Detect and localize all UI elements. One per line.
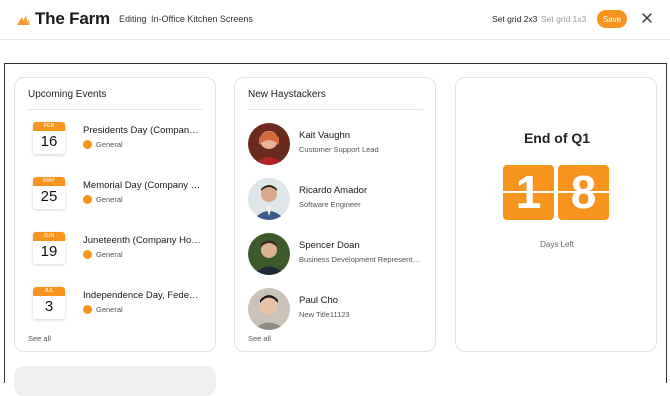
countdown-card[interactable]: End of Q1 1 8 Days Left: [455, 77, 657, 352]
event-name: Juneteenth (Company Holiday): [83, 235, 201, 246]
event-category: General: [83, 250, 123, 259]
person-name: Spencer Doan: [299, 240, 360, 251]
upcoming-events-card[interactable]: Upcoming Events FEB 16 Presidents Day (C…: [14, 77, 216, 352]
event-item[interactable]: JUL 3 Independence Day, Federal Holiday …: [29, 287, 209, 323]
person-role: Customer Support Lead: [299, 145, 379, 154]
event-category-label: General: [96, 250, 123, 259]
farm-logo-icon: [17, 15, 30, 25]
divider: [248, 109, 423, 110]
event-category: General: [83, 195, 123, 204]
event-category: General: [83, 140, 123, 149]
event-category-label: General: [96, 305, 123, 314]
logo[interactable]: The Farm: [16, 9, 110, 29]
person-name: Kait Vaughn: [299, 130, 351, 141]
person-item[interactable]: Kait Vaughn Customer Support Lead: [248, 123, 428, 165]
person-item[interactable]: Paul Cho New Title11123: [248, 288, 428, 330]
avatar: [248, 233, 290, 275]
event-month: FEB: [33, 122, 65, 131]
avatar: [248, 123, 290, 165]
countdown-title: End of Q1: [523, 130, 591, 146]
event-item[interactable]: FEB 16 Presidents Day (Company Holiday) …: [29, 122, 209, 158]
event-name: Memorial Day (Company Holiday): [83, 180, 201, 191]
set-grid-2x3-button[interactable]: Set grid 2x3: [492, 14, 537, 24]
person-item[interactable]: Spencer Doan Business Development Repres…: [248, 233, 428, 275]
countdown-digit: 1: [503, 165, 554, 220]
new-haystackers-card[interactable]: New Haystackers Kait Vaughn Customer Sup…: [234, 77, 436, 352]
event-month: MAY: [33, 177, 65, 186]
set-grid-1x3-button[interactable]: Set grid 1x3: [541, 14, 586, 24]
digit-split-line: [558, 191, 609, 193]
logo-text: The Farm: [35, 9, 110, 28]
next-row-card-placeholder: [14, 366, 216, 396]
event-month: JUL: [33, 287, 65, 296]
person-name: Ricardo Amador: [299, 185, 368, 196]
avatar: [248, 288, 290, 330]
event-day: 25: [40, 188, 58, 205]
event-day: 19: [40, 243, 58, 260]
category-icon: [83, 140, 92, 149]
avatar: [248, 178, 290, 220]
person-name: Paul Cho: [299, 295, 339, 306]
event-name: Presidents Day (Company Holiday): [83, 125, 201, 136]
screen-title: In-Office Kitchen Screens: [151, 14, 253, 24]
category-icon: [83, 195, 92, 204]
event-category-label: General: [96, 140, 123, 149]
calendar-date-icon: JUL 3: [33, 287, 65, 319]
event-item[interactable]: MAY 25 Memorial Day (Company Holiday) Ge…: [29, 177, 209, 213]
person-role: Software Engineer: [299, 200, 361, 209]
digit-split-line: [503, 191, 554, 193]
divider: [28, 109, 203, 110]
event-item[interactable]: JUN 19 Juneteenth (Company Holiday) Gene…: [29, 232, 209, 268]
event-day: 3: [44, 298, 54, 315]
countdown-digit: 8: [558, 165, 609, 220]
calendar-date-icon: JUN 19: [33, 232, 65, 264]
event-name: Independence Day, Federal Holiday: [83, 290, 201, 301]
see-all-haystackers-link[interactable]: See all: [248, 334, 271, 343]
editing-label: Editing: [119, 14, 147, 24]
card-title: New Haystackers: [248, 89, 326, 100]
person-role: Business Development Representative: [299, 255, 421, 264]
countdown-subtitle: Days Left: [540, 240, 574, 249]
save-button[interactable]: Save: [597, 10, 627, 28]
category-icon: [83, 305, 92, 314]
person-item[interactable]: Ricardo Amador Software Engineer: [248, 178, 428, 220]
see-all-events-link[interactable]: See all: [28, 334, 51, 343]
event-category: General: [83, 305, 123, 314]
card-title: Upcoming Events: [28, 89, 107, 100]
category-icon: [83, 250, 92, 259]
event-day: 16: [40, 133, 58, 150]
person-role: New Title11123: [299, 310, 350, 319]
calendar-date-icon: MAY 25: [33, 177, 65, 209]
event-category-label: General: [96, 195, 123, 204]
close-icon[interactable]: [641, 12, 653, 24]
top-bar: The Farm Editing In-Office Kitchen Scree…: [0, 0, 670, 40]
event-month: JUN: [33, 232, 65, 241]
calendar-date-icon: FEB 16: [33, 122, 65, 154]
